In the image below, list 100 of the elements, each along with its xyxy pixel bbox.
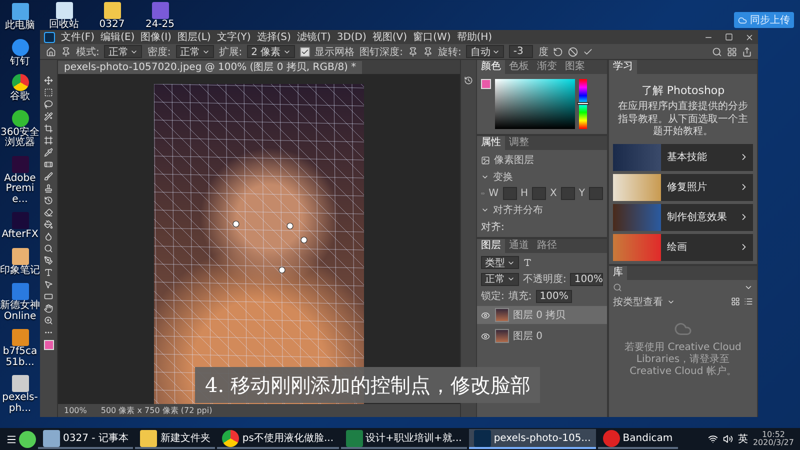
document-tab[interactable]: pexels-photo-1057020.jpeg @ 100% (图层 0 拷贝, RGB/8) * — [58, 61, 362, 74]
input-field[interactable] — [502, 187, 516, 200]
collapse-icon[interactable] — [481, 173, 489, 181]
input-field[interactable] — [532, 187, 546, 200]
panel-tab[interactable]: 调整 — [505, 136, 533, 150]
marquee-tool-icon[interactable] — [44, 88, 53, 97]
commit-icon[interactable] — [583, 46, 594, 56]
taskbar-item[interactable]: pexels-photo-105... — [468, 429, 596, 449]
crop-tool-icon[interactable] — [44, 124, 53, 133]
pen-tool-icon[interactable] — [44, 256, 53, 265]
panel-tab[interactable]: 图层 — [477, 239, 505, 253]
pin-up-icon[interactable] — [408, 46, 418, 56]
panel-tab[interactable]: 通道 — [505, 239, 533, 253]
zoom-tool-icon[interactable] — [44, 316, 53, 325]
ime-indicator[interactable]: 英 — [738, 432, 748, 446]
slider-thumb[interactable] — [577, 102, 589, 105]
menu-item[interactable]: 视图(V) — [372, 30, 408, 44]
home-icon[interactable] — [46, 46, 56, 56]
pointer-tool-icon[interactable] — [44, 280, 53, 289]
menu-item[interactable]: 窗口(W) — [413, 30, 451, 44]
menu-item[interactable]: 编辑(E) — [100, 30, 135, 44]
close-icon[interactable] — [745, 32, 754, 42]
droplet-tool-icon[interactable] — [44, 232, 53, 241]
search-icon[interactable] — [613, 282, 622, 292]
foreground-color-swatch[interactable] — [44, 340, 54, 350]
input-field[interactable] — [589, 187, 603, 200]
tutorial-card[interactable]: 基本技能 — [613, 144, 753, 170]
panel-tab[interactable]: 属性 — [477, 136, 505, 150]
menu-item[interactable]: 图层(L) — [177, 30, 211, 44]
layer-row[interactable]: 图层 0 — [477, 327, 607, 345]
eye-icon[interactable] — [481, 310, 490, 320]
hue-slider[interactable] — [579, 79, 587, 129]
panel-tab[interactable]: 图案 — [561, 60, 589, 74]
taskbar-item[interactable]: ps不使用液化做脸... — [217, 429, 339, 449]
rotate-dropdown[interactable]: 自动 — [466, 45, 504, 58]
bandage-tool-icon[interactable] — [44, 160, 53, 169]
panel-tab[interactable]: 路径 — [533, 239, 561, 253]
cancel-icon[interactable] — [568, 46, 578, 56]
taskbar-item[interactable]: 0327 - 记事本 — [38, 429, 134, 449]
history-brush-icon[interactable] — [44, 196, 53, 205]
grid-view-icon[interactable] — [731, 297, 740, 306]
panel-tab[interactable]: 渐变 — [533, 60, 561, 74]
tutorial-card[interactable]: 修复照片 — [613, 174, 753, 200]
rectangle-tool-icon[interactable] — [44, 292, 53, 301]
start-icon[interactable] — [6, 434, 17, 444]
panel-tab[interactable]: 库 — [609, 266, 627, 280]
fill-field[interactable]: 100% — [536, 290, 572, 302]
opacity-field[interactable]: 100% — [570, 272, 603, 286]
pin-down-icon[interactable] — [423, 46, 434, 56]
share-icon[interactable] — [742, 46, 752, 56]
search-icon[interactable] — [712, 46, 722, 56]
taskbar-item[interactable]: 设计+职业培训+就... — [340, 429, 467, 449]
type-tool-icon[interactable] — [44, 268, 53, 277]
eye-icon[interactable] — [481, 332, 490, 340]
panel-tab[interactable]: 学习 — [609, 60, 637, 74]
list-view-icon[interactable] — [744, 297, 753, 306]
move-tool-icon[interactable] — [44, 76, 53, 85]
bucket-tool-icon[interactable] — [44, 220, 53, 229]
dodge-tool-icon[interactable] — [44, 244, 53, 253]
input-field[interactable] — [560, 187, 575, 200]
taskbar-item[interactable]: Bandicam — [598, 429, 678, 449]
angle-field[interactable]: -3 — [509, 45, 534, 58]
color-swatch[interactable] — [481, 79, 491, 89]
pin-icon[interactable] — [61, 46, 71, 56]
taskbar-item[interactable]: 新建文件夹 — [135, 429, 216, 449]
workspace-icon[interactable] — [727, 46, 737, 56]
menu-item[interactable]: 帮助(H) — [456, 30, 492, 44]
mode-dropdown[interactable]: 正常 — [104, 45, 142, 58]
panel-tab[interactable]: 色板 — [505, 60, 533, 74]
menu-item[interactable]: 文字(Y) — [216, 30, 251, 44]
color-field[interactable] — [495, 79, 575, 129]
menu-item[interactable]: 图像(I) — [140, 30, 172, 44]
lasso-tool-icon[interactable] — [44, 100, 53, 109]
frame-tool-icon[interactable] — [44, 136, 53, 145]
menu-item[interactable]: 滤镜(T) — [296, 30, 331, 44]
tutorial-card[interactable]: 制作创意效果 — [613, 204, 753, 230]
brush-tool-icon[interactable] — [44, 172, 53, 181]
filter-dropdown[interactable]: 类型 — [481, 256, 519, 269]
wand-tool-icon[interactable] — [44, 112, 53, 121]
app-icon[interactable] — [19, 430, 36, 448]
collapse-icon[interactable] — [481, 206, 489, 214]
density-dropdown[interactable]: 正常 — [176, 45, 214, 58]
app-icon — [474, 430, 491, 446]
type-filter-icon[interactable] — [523, 258, 532, 267]
hand-tool-icon[interactable] — [44, 304, 53, 313]
menu-item[interactable]: 选择(S) — [256, 30, 291, 44]
view-option[interactable]: 按类型查看 — [613, 294, 663, 308]
panel-tab[interactable]: 颜色 — [477, 60, 505, 74]
expand-dropdown[interactable]: 2 像素 — [247, 45, 295, 58]
reset-icon[interactable] — [553, 46, 564, 56]
stamp-tool-icon[interactable] — [44, 184, 53, 193]
maximize-icon[interactable] — [725, 32, 733, 40]
history-icon[interactable] — [464, 76, 473, 85]
blend-dropdown[interactable]: 正常 — [481, 272, 519, 286]
eyedropper-tool-icon[interactable] — [44, 148, 53, 157]
menu-item[interactable]: 文件(F) — [61, 30, 95, 44]
tutorial-card[interactable]: 绘画 — [613, 234, 753, 260]
checkbox[interactable] — [300, 46, 310, 56]
menu-item[interactable]: 3D(D) — [336, 32, 366, 42]
eraser-tool-icon[interactable] — [44, 208, 53, 217]
